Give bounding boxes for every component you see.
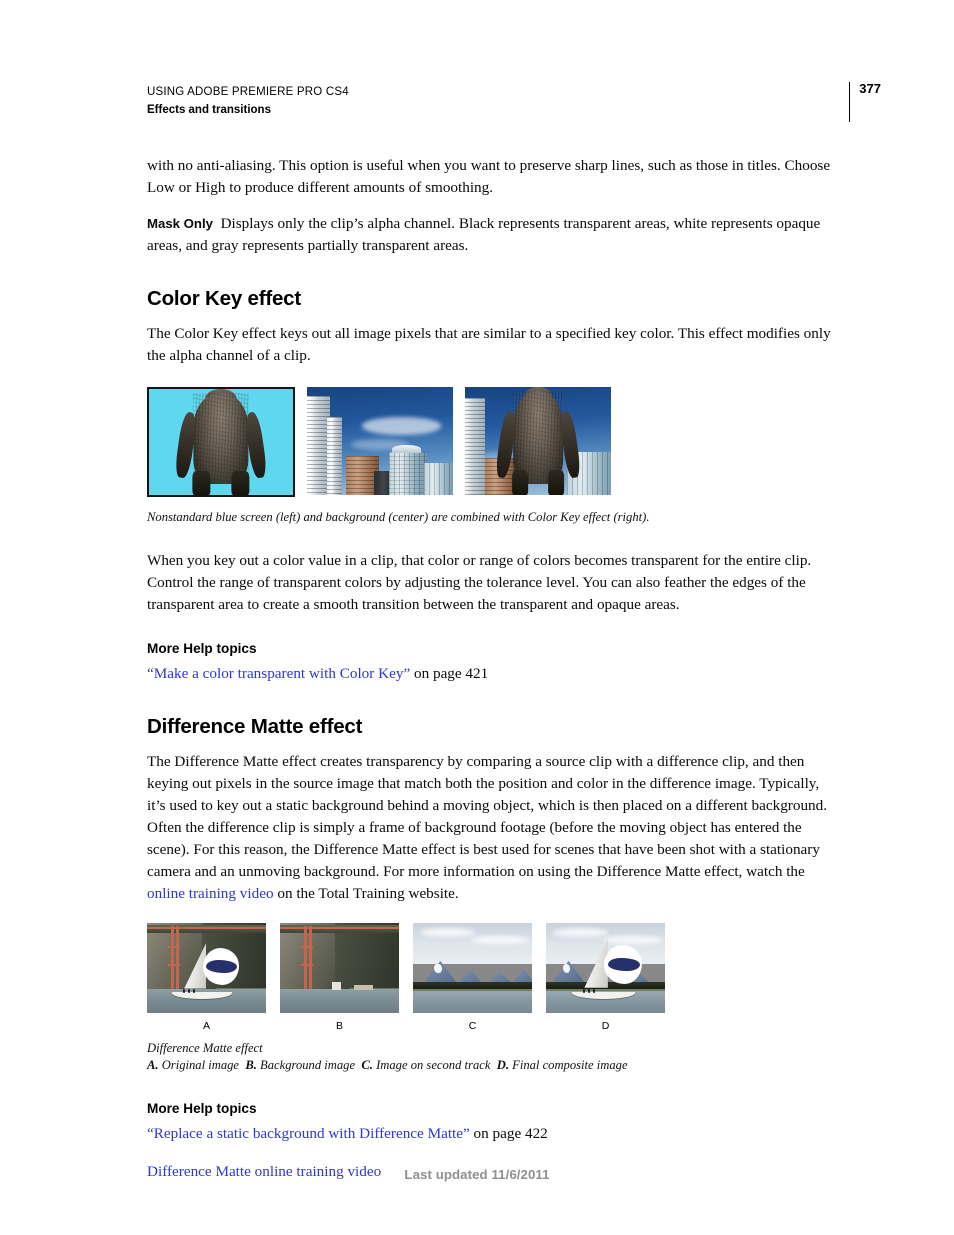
dm-xref-tail: on page 422 (469, 1125, 548, 1142)
page-number: 377 (859, 81, 881, 96)
figure-label-d: D (601, 1020, 610, 1032)
mask-only-text: Displays only the clip’s alpha channel. … (147, 215, 821, 254)
xref-link-difference-matte[interactable]: Replace a static background with Differe… (154, 1125, 463, 1142)
footer-last-updated: Last updated 11/6/2011 (404, 1167, 550, 1182)
image-final-composite (546, 923, 665, 1013)
crew-a3 (192, 989, 195, 994)
figure-blue-screen-gorilla (147, 387, 295, 497)
dm-body-before-link: The Difference Matte effect creates tran… (147, 753, 828, 880)
caption-key-d: D. (496, 1058, 509, 1072)
hull-d (571, 991, 635, 1000)
image-second-track (413, 923, 532, 1013)
building-dome (391, 445, 421, 453)
difference-matte-heading: Difference Matte effect (147, 715, 363, 738)
bridge-crossbeam-b (301, 946, 314, 949)
color-key-xref-line: “Make a color transparent with Color Key… (147, 663, 840, 685)
color-key-body: When you key out a color value in a clip… (147, 552, 812, 613)
color-key-figure-caption: Nonstandard blue screen (left) and backg… (147, 510, 650, 524)
sailboat-d (563, 937, 653, 1000)
hull-a (172, 992, 233, 1000)
folio: 377 (848, 81, 881, 122)
image-blue-screen-gorilla (147, 387, 295, 497)
teton-cloud-c2 (470, 935, 530, 944)
gorilla-silhouette (173, 389, 269, 495)
difference-matte-more-help-heading: More Help topics (147, 1101, 257, 1116)
mask-only-paragraph: Mask Only Displays only the clip’s alpha… (147, 213, 840, 257)
figure-original-image: A (147, 923, 266, 1032)
difference-matte-figure-row: A B C D (147, 923, 840, 1032)
dock-b (353, 985, 373, 990)
difference-matte-caption-title: Difference Matte effect (147, 1041, 263, 1055)
teton-lake-c (413, 991, 532, 1013)
caption-text-d: Final composite image (508, 1058, 628, 1072)
teton-snowfield-c (434, 963, 442, 974)
image-city-background (307, 387, 453, 495)
gorilla-right-leg (231, 470, 250, 495)
sailboat-a (164, 941, 250, 1000)
building-glass (388, 451, 427, 495)
figure-color-key-composite (465, 387, 611, 495)
image-background (280, 923, 399, 1013)
caption-key-c: C. (361, 1058, 373, 1072)
dm-body-after-link: on the Total Training website. (273, 885, 459, 902)
xref-tail: on page 421 (410, 665, 489, 682)
dm-xref-close-quote: ” (463, 1125, 470, 1142)
caption-text-b: Background image (256, 1058, 356, 1072)
continued-paragraph: with no anti-aliasing. This option is us… (147, 157, 831, 196)
running-head: USING ADOBE PREMIERE PRO CS4 Effects and… (147, 84, 847, 118)
bridge-rail-a (147, 926, 266, 929)
online-training-video-link[interactable]: online training video (147, 885, 274, 902)
gorilla-left-leg (192, 470, 211, 495)
building-white-tower-2 (327, 417, 343, 495)
mask-only-runin: Mask Only (147, 216, 213, 231)
building-glass-2 (423, 462, 453, 495)
crew-a2 (187, 989, 190, 994)
xref-open-quote: “ (147, 665, 154, 682)
color-key-intro: The Color Key effect keys out all image … (147, 325, 831, 364)
figure-label-a: A (202, 1020, 210, 1032)
caption-text-a: Original image (158, 1058, 240, 1072)
difference-matte-xref-line: “Replace a static background with Differ… (147, 1123, 840, 1145)
figure-final-composite-image: D (546, 923, 665, 1032)
dm-xref-open-quote: “ (147, 1125, 154, 1142)
color-key-figure-row (147, 387, 840, 497)
dock-marker-b (332, 981, 341, 990)
image-original (147, 923, 266, 1013)
content-column: with no anti-aliasing. This option is us… (147, 155, 840, 1183)
figure-city-background (307, 387, 453, 495)
composite-building-white (465, 397, 486, 495)
composite-gorilla-left-leg (511, 470, 529, 495)
figure-label-c: C (468, 1020, 477, 1032)
bridge-tower-b2 (308, 925, 312, 993)
crew-a1 (182, 989, 185, 994)
crew-d2 (587, 988, 590, 993)
color-key-more-help-heading: More Help topics (147, 641, 257, 656)
spinnaker-navy-a (206, 960, 238, 974)
figure-second-track-image: C (413, 923, 532, 1032)
difference-matte-body: The Difference Matte effect creates tran… (147, 751, 840, 905)
caption-key-b: B. (245, 1058, 257, 1072)
caption-text-c: Image on second track (372, 1058, 491, 1072)
crew-d1 (582, 988, 585, 993)
figure-label-b: B (335, 1020, 343, 1032)
image-color-key-composite (465, 387, 611, 495)
difference-matte-caption-keys: A. Original image B. Background image C.… (147, 1057, 840, 1074)
color-key-heading: Color Key effect (147, 287, 302, 310)
composite-gorilla-right-leg (547, 470, 565, 495)
figure-background-image: B (280, 923, 399, 1032)
running-head-subtitle: Effects and transitions (147, 104, 271, 116)
bridge-crossbeam-b2 (301, 964, 314, 967)
document-page: USING ADOBE PREMIERE PRO CS4 Effects and… (0, 0, 954, 1235)
composite-gorilla (494, 387, 582, 495)
cloud-wisp-1 (362, 417, 442, 435)
running-head-title: USING ADOBE PREMIERE PRO CS4 (147, 86, 349, 98)
water-b (280, 988, 399, 1013)
bridge-tower-b (303, 925, 307, 993)
folio-divider (848, 82, 851, 122)
caption-key-a: A. (147, 1058, 159, 1072)
bridge-rail-b (280, 926, 399, 929)
xref-link-color-key[interactable]: Make a color transparent with Color Key (154, 665, 404, 682)
